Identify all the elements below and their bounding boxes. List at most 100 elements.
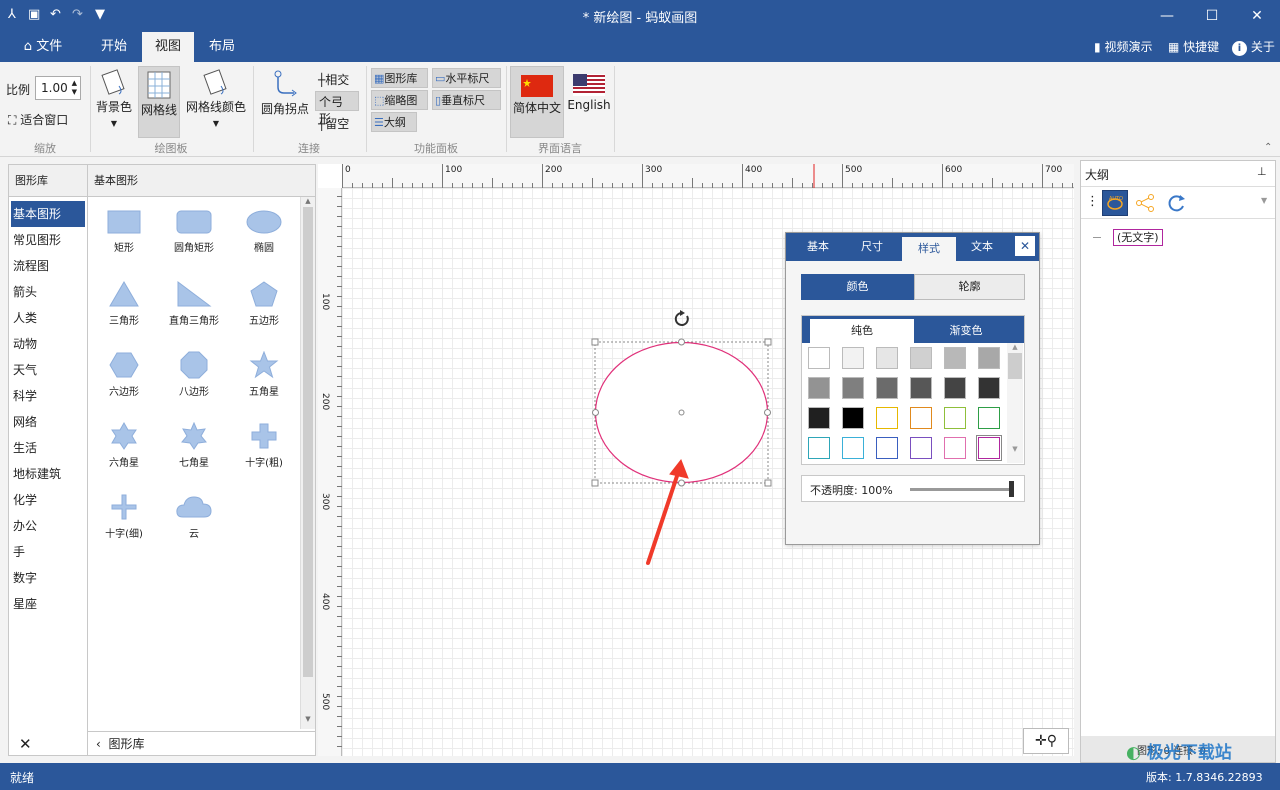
category-item[interactable]: 化学 xyxy=(11,487,85,513)
horizontal-ruler-toggle[interactable]: ▭水平标尺 xyxy=(432,68,501,88)
color-swatch[interactable] xyxy=(876,437,898,459)
color-swatch[interactable] xyxy=(808,347,830,369)
color-swatch[interactable] xyxy=(876,347,898,369)
gradient-color-tab[interactable]: 渐变色 xyxy=(914,319,1018,343)
color-swatch[interactable] xyxy=(808,407,830,429)
scale-input[interactable]: 1.00 ▲ ▼ xyxy=(35,76,81,100)
shape-thick-cross[interactable]: 十字(粗) xyxy=(229,422,299,469)
shape-octagon[interactable]: 八边形 xyxy=(159,351,229,398)
color-swatch[interactable] xyxy=(808,437,830,459)
category-item[interactable]: 数字 xyxy=(11,565,85,591)
category-item[interactable]: 办公 xyxy=(11,513,85,539)
outline-item[interactable]: (无文字) xyxy=(1113,229,1163,246)
swatch-scrollbar[interactable]: ▲ ▼ xyxy=(1007,343,1023,463)
scroll-down-icon[interactable]: ▼ xyxy=(1007,445,1023,453)
collapse-ribbon-icon[interactable]: ⌃ xyxy=(1264,142,1272,153)
scroll-up-icon[interactable]: ▲ xyxy=(1007,343,1023,351)
auto-layout-button[interactable]: AUTO xyxy=(1102,190,1128,216)
outline-toggle[interactable]: ☰大纲 xyxy=(371,112,417,132)
library-scrollbar[interactable]: ▲ ▼ xyxy=(300,197,315,729)
about-button[interactable]: i 关于 xyxy=(1232,38,1275,56)
color-swatch[interactable] xyxy=(944,377,966,399)
close-window-button[interactable]: ✕ xyxy=(1242,4,1272,28)
maximize-button[interactable]: ☐ xyxy=(1197,4,1227,28)
tab-text[interactable]: 文本 xyxy=(960,233,1004,261)
color-swatch[interactable] xyxy=(808,377,830,399)
more-options-icon[interactable]: ⋮ xyxy=(1086,194,1099,209)
solid-color-tab[interactable]: 纯色 xyxy=(810,319,914,343)
refresh-icon[interactable] xyxy=(1167,193,1187,213)
color-swatch[interactable] xyxy=(910,347,932,369)
color-swatch[interactable] xyxy=(976,435,1002,461)
category-item[interactable]: 常见图形 xyxy=(11,227,85,253)
category-item[interactable]: 星座 xyxy=(11,591,85,617)
share-tree-icon[interactable] xyxy=(1135,193,1155,213)
category-item[interactable]: 动物 xyxy=(11,331,85,357)
opacity-slider-track[interactable] xyxy=(910,488,1014,491)
shortcuts-button[interactable]: ▦ 快捷键 xyxy=(1168,38,1219,55)
color-swatch[interactable] xyxy=(910,377,932,399)
category-item[interactable]: 网络 xyxy=(11,409,85,435)
color-swatch[interactable] xyxy=(842,377,864,399)
shape-right-triangle[interactable]: 直角三角形 xyxy=(159,280,229,327)
scroll-thumb[interactable] xyxy=(1008,353,1022,379)
shape-six-point-star[interactable]: 六角星 xyxy=(89,422,159,469)
shape-five-point-star[interactable]: 五角星 xyxy=(229,351,299,398)
category-item[interactable]: 科学 xyxy=(11,383,85,409)
color-swatch[interactable] xyxy=(876,377,898,399)
spinner-icon[interactable]: ▲ ▼ xyxy=(72,79,77,97)
color-swatch[interactable] xyxy=(944,347,966,369)
category-item[interactable]: 箭头 xyxy=(11,279,85,305)
shape-library-toggle[interactable]: ▦图形库 xyxy=(371,68,428,88)
tab-size[interactable]: 尺寸 xyxy=(850,233,894,261)
shape-cloud[interactable]: 云 xyxy=(159,493,229,540)
dropdown-icon[interactable]: ▼ xyxy=(1261,196,1267,205)
color-swatch[interactable] xyxy=(842,347,864,369)
color-swatch[interactable] xyxy=(978,407,1000,429)
color-swatch[interactable] xyxy=(978,377,1000,399)
popup-close-button[interactable]: ✕ xyxy=(1015,236,1035,256)
background-color-button[interactable]: 背景色 ▼ xyxy=(94,68,134,129)
color-swatch[interactable] xyxy=(910,437,932,459)
pin-icon[interactable]: ⊥ xyxy=(1257,165,1267,178)
round-corner-button[interactable]: 圆角拐点 xyxy=(258,68,312,117)
color-swatch[interactable] xyxy=(944,437,966,459)
shape-pentagon[interactable]: 五边形 xyxy=(229,280,299,327)
color-swatch[interactable] xyxy=(876,407,898,429)
fill-tab[interactable]: 颜色 xyxy=(801,274,914,300)
color-swatch[interactable] xyxy=(842,407,864,429)
tab-view[interactable]: 视图 xyxy=(142,32,194,62)
intersect-button[interactable]: ┼相交 xyxy=(318,71,349,88)
shape-rectangle[interactable]: 矩形 xyxy=(89,209,159,254)
thumbnail-toggle[interactable]: ⬚缩略图 xyxy=(371,90,428,110)
fit-window-button[interactable]: ⛶ 适合窗口 xyxy=(8,111,68,128)
category-item[interactable]: 人类 xyxy=(11,305,85,331)
language-english-button[interactable]: English xyxy=(566,66,612,138)
shape-rounded-rectangle[interactable]: 圆角矩形 xyxy=(159,209,229,254)
opacity-slider-thumb[interactable] xyxy=(1009,481,1014,497)
library-footer[interactable]: ‹ 图形库 xyxy=(88,731,315,755)
shape-thin-cross[interactable]: 十字(细) xyxy=(89,493,159,540)
category-item[interactable]: 流程图 xyxy=(11,253,85,279)
tab-file[interactable]: ⌂ 文件 xyxy=(12,32,74,62)
scroll-down-icon[interactable]: ▼ xyxy=(301,715,315,723)
minimize-button[interactable]: — xyxy=(1152,4,1182,28)
shape-hexagon[interactable]: 六边形 xyxy=(89,351,159,398)
gap-button[interactable]: ┼留空 xyxy=(318,115,349,132)
category-item[interactable]: 天气 xyxy=(11,357,85,383)
scroll-thumb[interactable] xyxy=(303,207,313,677)
language-chinese-button[interactable]: 简体中文 xyxy=(510,66,564,138)
shape-ellipse[interactable]: 椭圆 xyxy=(229,209,299,254)
category-item[interactable]: 基本图形 xyxy=(11,201,85,227)
shape-seven-point-star[interactable]: 七角星 xyxy=(159,422,229,469)
color-swatch[interactable] xyxy=(842,437,864,459)
shape-triangle[interactable]: 三角形 xyxy=(89,280,159,327)
pan-zoom-button[interactable]: ✛⚲ xyxy=(1023,728,1069,754)
tab-basic[interactable]: 基本 xyxy=(796,233,840,261)
selected-ellipse[interactable] xyxy=(590,308,772,488)
vertical-ruler-toggle[interactable]: ▯垂直标尺 xyxy=(432,90,501,110)
color-swatch[interactable] xyxy=(944,407,966,429)
tab-style[interactable]: 样式 xyxy=(902,237,956,261)
video-demo-button[interactable]: ▮ 视频演示 xyxy=(1094,38,1152,55)
color-swatch[interactable] xyxy=(978,347,1000,369)
